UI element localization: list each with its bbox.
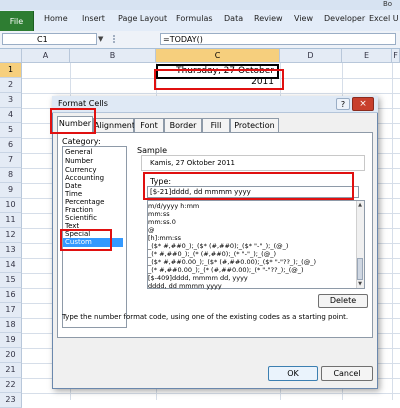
tab-home[interactable]: Home xyxy=(44,14,68,23)
cancel-button[interactable]: Cancel xyxy=(321,366,373,381)
row-header-14[interactable]: 14 xyxy=(0,258,22,273)
tab-review[interactable]: Review xyxy=(254,14,283,23)
format-code-item[interactable]: _($* #,##0.00_);_($* (#,##0.00);_($* "-"… xyxy=(148,258,316,266)
format-code-item[interactable]: dddd, dd mmmm yyyy xyxy=(148,282,222,290)
grid-line xyxy=(22,393,400,394)
sample-value: Kamis, 27 Oktober 2011 xyxy=(150,159,236,167)
row-header-1[interactable]: 1 xyxy=(0,63,22,78)
tab-alignment[interactable]: Alignment xyxy=(93,118,135,132)
tab-excel-u[interactable]: Excel U xyxy=(369,14,399,23)
category-label: Category: xyxy=(62,137,101,146)
type-input[interactable]: [$-21]dddd, dd mmmm yyyy xyxy=(147,186,359,198)
name-box[interactable]: C1 xyxy=(2,33,97,45)
column-header-c[interactable]: C xyxy=(156,49,280,63)
category-general[interactable]: General xyxy=(63,148,123,157)
row-header-5[interactable]: 5 xyxy=(0,123,22,138)
row-header-6[interactable]: 6 xyxy=(0,138,22,153)
formula-buttons xyxy=(110,33,158,45)
type-label: Type: xyxy=(150,177,172,186)
sample-label: Sample xyxy=(137,146,167,155)
row-header-11[interactable]: 11 xyxy=(0,213,22,228)
formula-input[interactable]: =TODAY() xyxy=(160,33,396,45)
tab-protection[interactable]: Protection xyxy=(230,118,279,132)
tab-data[interactable]: Data xyxy=(224,14,243,23)
row-header-12[interactable]: 12 xyxy=(0,228,22,243)
row-header-4[interactable]: 4 xyxy=(0,108,22,123)
row-header-9[interactable]: 9 xyxy=(0,183,22,198)
close-icon[interactable]: × xyxy=(352,97,374,111)
format-code-item[interactable]: _(* #,##0.00_);_(* (#,##0.00);_(* "-"??_… xyxy=(148,266,304,274)
row-header-22[interactable]: 22 xyxy=(0,378,22,393)
fx-divider-icon xyxy=(113,35,115,43)
row-header-10[interactable]: 10 xyxy=(0,198,22,213)
dialog-title: Format Cells xyxy=(58,99,108,108)
row-header-3[interactable]: 3 xyxy=(0,93,22,108)
grid-line xyxy=(392,63,393,400)
format-code-item[interactable]: _($* #,##0_);_($* (#,##0);_($* "-"_);_(@… xyxy=(148,242,288,250)
cell-c1[interactable]: Thursday, 27 October 2011 xyxy=(156,64,279,87)
file-tab[interactable]: File xyxy=(0,11,34,31)
format-code-item[interactable]: [h]:mm:ss xyxy=(148,234,181,242)
row-header-19[interactable]: 19 xyxy=(0,333,22,348)
column-header-d[interactable]: D xyxy=(280,49,342,63)
column-header-f[interactable]: F xyxy=(392,49,400,63)
category-custom[interactable]: Custom xyxy=(63,238,123,247)
tab-formulas[interactable]: Formulas xyxy=(176,14,213,23)
ok-button[interactable]: OK xyxy=(268,366,318,381)
format-code-item[interactable]: m/d/yyyy h:mm xyxy=(148,202,199,210)
help-button[interactable]: ? xyxy=(336,98,350,110)
scroll-up-icon[interactable]: ▲ xyxy=(356,201,364,209)
scroll-down-icon[interactable]: ▼ xyxy=(356,280,364,288)
tab-border[interactable]: Border xyxy=(164,118,202,132)
tab-font[interactable]: Font xyxy=(134,118,164,132)
row-header-2[interactable]: 2 xyxy=(0,78,22,93)
tab-fill[interactable]: Fill xyxy=(202,118,230,132)
tab-number[interactable]: Number xyxy=(57,116,93,133)
chevron-down-icon[interactable]: ▼ xyxy=(98,35,103,43)
row-header-7[interactable]: 7 xyxy=(0,153,22,168)
scroll-thumb[interactable] xyxy=(357,258,363,280)
column-header-a[interactable]: A xyxy=(22,49,70,63)
row-header-15[interactable]: 15 xyxy=(0,273,22,288)
row-header-17[interactable]: 17 xyxy=(0,303,22,318)
select-all-corner[interactable] xyxy=(0,49,22,63)
row-header-13[interactable]: 13 xyxy=(0,243,22,258)
tab-view[interactable]: View xyxy=(294,14,313,23)
format-code-item[interactable]: mm:ss xyxy=(148,210,170,218)
hint-text: Type the number format code, using one o… xyxy=(62,313,349,321)
tab-insert[interactable]: Insert xyxy=(82,14,105,23)
row-header-23[interactable]: 23 xyxy=(0,393,22,408)
category-number[interactable]: Number xyxy=(63,157,123,166)
row-header-21[interactable]: 21 xyxy=(0,363,22,378)
grid-line xyxy=(22,93,400,94)
tab-page-layout[interactable]: Page Layout xyxy=(118,14,167,23)
row-header-16[interactable]: 16 xyxy=(0,288,22,303)
format-code-item[interactable]: [$-409]dddd, mmmm dd, yyyy xyxy=(148,274,248,282)
row-header-18[interactable]: 18 xyxy=(0,318,22,333)
window-title-fragment: Bo xyxy=(383,0,393,8)
format-code-item[interactable]: mm:ss.0 xyxy=(148,218,176,226)
format-code-item[interactable]: _(* #,##0_);_(* (#,##0);_(* "-"_);_(@_) xyxy=(148,250,276,258)
format-code-item[interactable]: @ xyxy=(148,226,155,234)
column-header-e[interactable]: E xyxy=(342,49,392,63)
row-header-8[interactable]: 8 xyxy=(0,168,22,183)
row-header-20[interactable]: 20 xyxy=(0,348,22,363)
delete-button[interactable]: Delete xyxy=(318,294,368,308)
title-bar xyxy=(0,0,400,10)
column-header-b[interactable]: B xyxy=(70,49,156,63)
tab-developer[interactable]: Developer xyxy=(324,14,365,23)
